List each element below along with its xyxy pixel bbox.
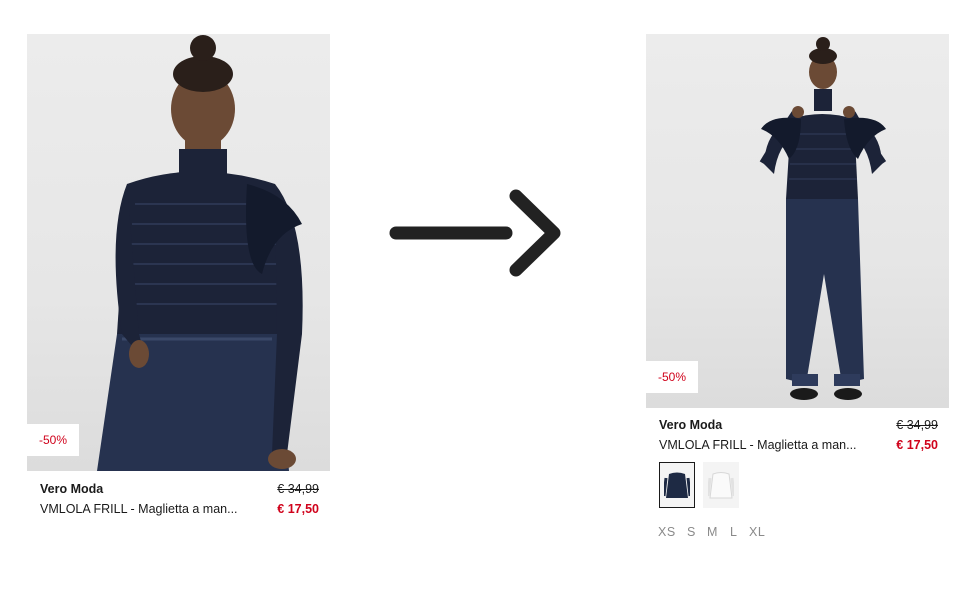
color-swatch-navy[interactable] [659, 462, 695, 508]
product-card-after[interactable]: -50% Vero Moda € 34,99 VMLOLA FRILL - Ma… [646, 34, 949, 554]
arrow-right-icon [389, 189, 561, 277]
original-price: € 34,99 [277, 482, 319, 496]
size-option[interactable]: XL [749, 525, 765, 539]
transition-arrow [388, 188, 563, 278]
discount-badge: -50% [27, 424, 79, 456]
original-price: € 34,99 [896, 418, 938, 432]
product-photo[interactable] [646, 34, 949, 408]
product-name[interactable]: VMLOLA FRILL - Maglietta a man... [40, 502, 238, 516]
product-name[interactable]: VMLOLA FRILL - Maglietta a man... [659, 438, 857, 452]
brand-name: Vero Moda [659, 418, 723, 432]
sale-price: € 17,50 [277, 502, 319, 516]
brand-name: Vero Moda [40, 482, 104, 496]
size-option[interactable]: XS [658, 525, 676, 539]
size-option[interactable]: L [730, 525, 737, 539]
discount-badge: -50% [646, 361, 698, 393]
product-photo[interactable] [27, 34, 330, 471]
color-swatch-white[interactable] [703, 462, 739, 508]
product-card-before[interactable]: -50% Vero Moda € 34,99 VMLOLA FRILL - Ma… [27, 34, 330, 524]
size-option[interactable]: M [707, 525, 718, 539]
sale-price: € 17,50 [896, 438, 938, 452]
size-option[interactable]: S [687, 525, 696, 539]
